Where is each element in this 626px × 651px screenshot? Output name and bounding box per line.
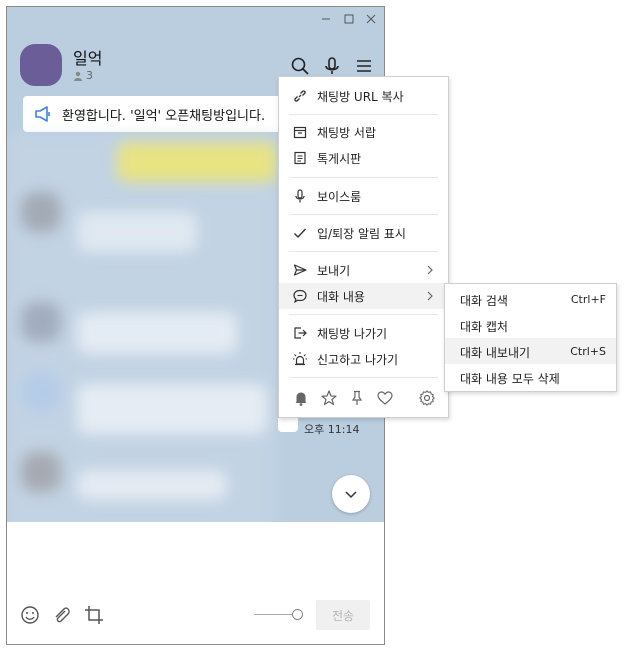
maximize-button[interactable] — [341, 13, 357, 29]
menu-item-label: 입/퇴장 알림 표시 — [317, 226, 406, 241]
chevron-down-icon — [345, 491, 357, 499]
blurred-messages — [7, 132, 277, 537]
submenu-item-label: 대화 내용 모두 삭제 — [460, 372, 560, 386]
room-avatar[interactable] — [20, 44, 62, 86]
pin-icon — [351, 390, 363, 405]
capture-button[interactable] — [83, 604, 105, 626]
search-icon — [291, 57, 309, 75]
menu-button[interactable] — [353, 55, 375, 77]
send-button[interactable]: 전송 — [316, 600, 370, 630]
menu-item-report-leave[interactable]: 신고하고 나가기 — [279, 346, 448, 372]
microphone-icon — [295, 189, 305, 203]
shortcut-label: Ctrl+F — [570, 293, 606, 306]
board-icon — [294, 151, 306, 165]
menu-item-label: 보이스룸 — [317, 189, 362, 204]
menu-item-voice-room[interactable]: 보이스룸 — [279, 183, 448, 209]
submenu-item-label: 대화 내보내기 — [460, 346, 531, 360]
menu-item-board[interactable]: 톡게시판 — [279, 145, 448, 171]
smiley-icon — [21, 606, 39, 624]
submenu-item-capture[interactable]: 대화 캡처 — [445, 312, 616, 338]
slider-handle[interactable] — [292, 609, 303, 620]
like-toggle[interactable] — [376, 389, 394, 407]
menu-divider — [289, 214, 438, 215]
chat-menu: 채팅방 URL 복사 채팅방 서랍 톡게시판 보이스룸 입/퇴장 알림 표시 보… — [278, 76, 449, 418]
attach-file-button[interactable] — [50, 604, 72, 626]
message-time: 오후 11:14 — [304, 423, 360, 436]
conversation-submenu: 대화 검색 Ctrl+F 대화 캡처 대화 내보내기 Ctrl+S 대화 내용 … — [444, 283, 617, 392]
menu-item-drawer[interactable]: 채팅방 서랍 — [279, 119, 448, 145]
voice-button[interactable] — [321, 55, 343, 77]
close-button[interactable] — [363, 13, 379, 29]
menu-divider — [289, 377, 438, 378]
submenu-item-label: 대화 캡처 — [460, 320, 508, 334]
submenu-item-export[interactable]: 대화 내보내기 Ctrl+S — [445, 338, 616, 364]
room-title: 일억 — [73, 49, 103, 68]
microphone-icon — [325, 57, 339, 74]
pin-toggle[interactable] — [348, 389, 366, 407]
menu-item-label: 신고하고 나가기 — [317, 352, 399, 367]
menu-item-send[interactable]: 보내기 — [279, 257, 448, 283]
crop-icon — [85, 606, 103, 624]
bell-icon — [295, 392, 307, 406]
menu-divider — [289, 177, 438, 178]
favorite-toggle[interactable] — [320, 389, 338, 407]
menu-item-label: 대화 내용 — [317, 289, 365, 304]
notification-toggle[interactable] — [292, 389, 310, 407]
chevron-right-icon — [427, 265, 433, 275]
menu-item-leave[interactable]: 채팅방 나가기 — [279, 320, 448, 346]
scroll-down-button[interactable] — [332, 475, 370, 513]
menu-divider — [289, 251, 438, 252]
star-icon — [321, 390, 337, 406]
settings-button[interactable] — [418, 389, 436, 407]
link-icon — [294, 90, 306, 102]
menu-divider — [289, 114, 438, 115]
megaphone-icon — [35, 106, 50, 122]
submenu-item-search[interactable]: 대화 검색 Ctrl+F — [445, 286, 616, 312]
menu-item-label: 보내기 — [317, 263, 351, 278]
close-icon — [366, 14, 376, 24]
menu-divider — [289, 314, 438, 315]
heart-icon — [377, 391, 393, 405]
member-count-value: 3 — [86, 69, 93, 82]
drawer-icon — [293, 126, 307, 139]
minimize-button[interactable] — [318, 13, 334, 29]
alarm-light-icon — [293, 352, 307, 366]
gear-icon — [419, 390, 435, 406]
menu-item-label: 채팅방 URL 복사 — [317, 89, 404, 104]
hamburger-icon — [357, 60, 371, 72]
menu-item-conversation[interactable]: 대화 내용 — [279, 283, 448, 309]
speech-bubble-icon — [293, 289, 307, 304]
menu-item-label: 채팅방 서랍 — [317, 125, 377, 140]
person-icon — [74, 71, 82, 81]
menu-item-entry-alert[interactable]: 입/퇴장 알림 표시 — [279, 220, 448, 246]
submenu-item-delete-all[interactable]: 대화 내용 모두 삭제 — [445, 364, 616, 390]
maximize-icon — [344, 14, 354, 24]
menu-item-label: 톡게시판 — [317, 151, 362, 166]
menu-footer-icons — [279, 385, 448, 411]
notice-text: 환영합니다. '일억' 오픈채팅방입니다. — [62, 108, 266, 124]
check-icon — [294, 228, 307, 239]
paperclip-icon — [55, 607, 70, 623]
exit-icon — [294, 327, 307, 339]
menu-item-label: 채팅방 나가기 — [317, 326, 388, 341]
minimize-icon — [322, 18, 330, 20]
member-count[interactable]: 3 — [73, 69, 93, 82]
submenu-item-label: 대화 검색 — [460, 294, 508, 308]
menu-item-copy-url[interactable]: 채팅방 URL 복사 — [279, 83, 448, 109]
search-button[interactable] — [289, 55, 311, 77]
emoticon-button[interactable] — [19, 604, 41, 626]
send-icon — [293, 264, 307, 276]
shortcut-label: Ctrl+S — [570, 345, 606, 358]
chevron-right-icon — [427, 291, 433, 301]
slider-track[interactable] — [254, 614, 294, 615]
